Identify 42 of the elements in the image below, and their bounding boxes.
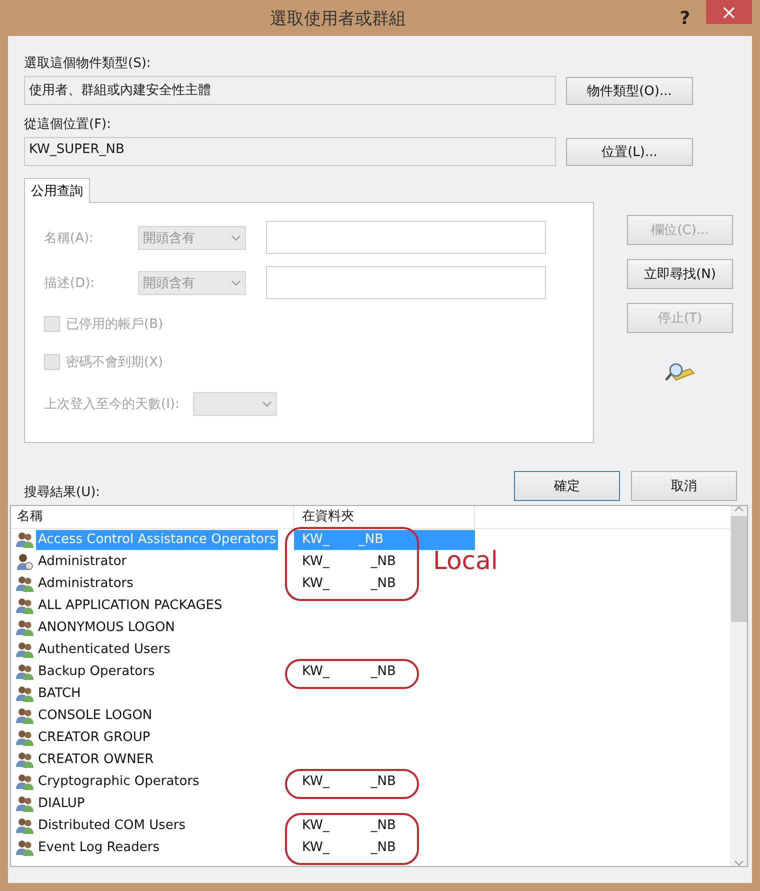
result-name[interactable]: CONSOLE LOGON: [36, 706, 154, 726]
result-folder: KW_ _NB: [301, 663, 397, 681]
action-button[interactable]: 立即尋找(N): [627, 259, 733, 289]
checkbox-label: 密碼不會到期(X): [66, 354, 164, 371]
locations-button[interactable]: 位置(L)...: [566, 138, 693, 166]
dialog-button[interactable]: 確定: [514, 471, 620, 501]
column-header[interactable]: 名稱: [11, 506, 294, 528]
result-name[interactable]: Administrators: [36, 574, 136, 594]
result-name[interactable]: Administrator: [36, 552, 129, 572]
dialog-button[interactable]: 取消: [631, 471, 737, 501]
result-name[interactable]: Authenticated Users: [36, 640, 172, 660]
result-name[interactable]: ALL APPLICATION PACKAGES: [36, 596, 224, 616]
field-label: 上次登入至今的天數(I):: [44, 396, 180, 412]
location-label: 從這個位置(F):: [24, 116, 112, 133]
result-folder: KW_ _NB: [294, 530, 475, 550]
field-label: 描述(D):: [44, 274, 96, 292]
tab[interactable]: 公用查詢: [24, 178, 90, 203]
result-name[interactable]: Backup Operators: [36, 662, 157, 682]
result-folder: KW_ _NB: [301, 773, 397, 791]
result-folder: KW_ _NB: [301, 553, 397, 571]
object-types-button[interactable]: 物件類型(O)...: [566, 76, 693, 104]
results-label: 搜尋結果(U):: [24, 484, 100, 501]
window-title: 選取使用者或群組: [269, 8, 407, 30]
result-name[interactable]: CREATOR GROUP: [36, 728, 152, 748]
result-name[interactable]: Cryptographic Operators: [36, 772, 202, 792]
result-name[interactable]: CREATOR OWNER: [36, 750, 156, 770]
column-header[interactable]: 在資料夾: [294, 506, 475, 528]
result-folder: KW_ _NB: [301, 839, 397, 857]
field-label: 名稱(A):: [44, 230, 94, 246]
location-field: KW_SUPER_NB: [24, 137, 556, 166]
result-name[interactable]: Distributed COM Users: [36, 816, 188, 836]
result-name[interactable]: ANONYMOUS LOGON: [36, 618, 177, 638]
result-folder: KW_ _NB: [301, 817, 397, 835]
result-name[interactable]: BATCH: [36, 684, 83, 704]
checkbox-label: 已停用的帳戶(B): [66, 316, 164, 333]
object-type-field: 使用者、群組或內建安全性主體: [24, 76, 556, 105]
result-folder: KW_ _NB: [301, 575, 397, 593]
close-button[interactable]: ×: [706, 0, 752, 24]
help-button[interactable]: ?: [668, 6, 702, 30]
result-name[interactable]: Event Log Readers: [36, 838, 162, 858]
object-type-label: 選取這個物件類型(S):: [24, 55, 152, 72]
result-name[interactable]: DIALUP: [36, 794, 87, 814]
